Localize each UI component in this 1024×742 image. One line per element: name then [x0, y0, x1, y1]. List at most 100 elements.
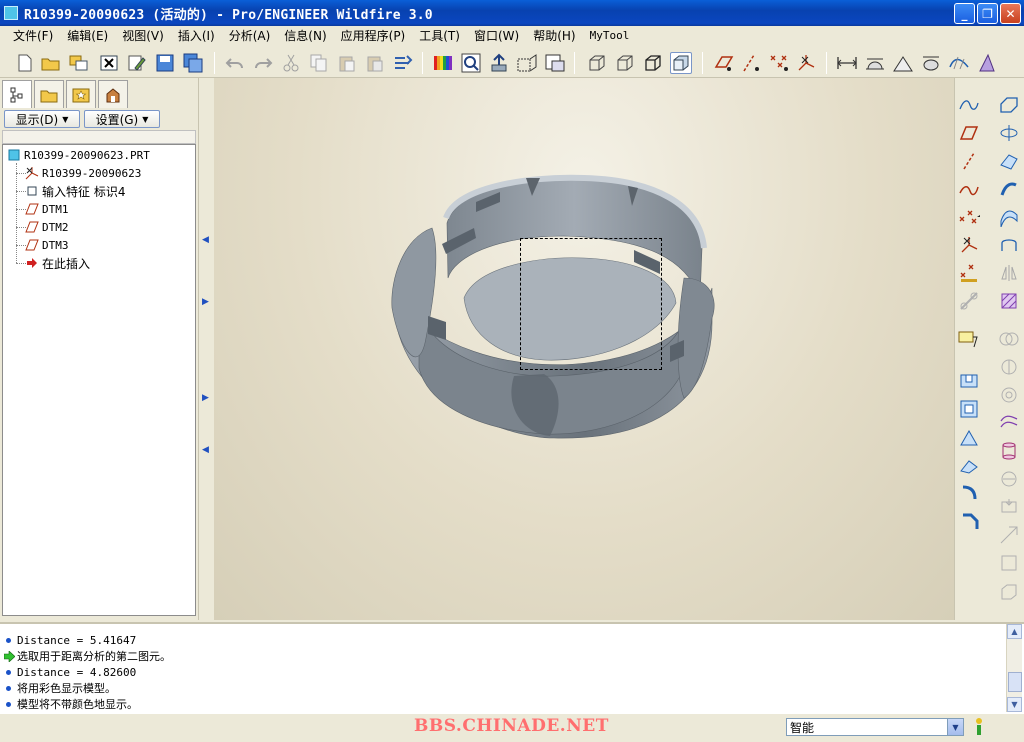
tree-item-import-feature[interactable]: 输入特征 标识4: [25, 183, 125, 199]
paste-icon[interactable]: [336, 52, 358, 74]
menu-window[interactable]: 窗口(W): [467, 26, 526, 46]
coordinate-system-toggle-icon[interactable]: [796, 52, 818, 74]
wireframe-icon[interactable]: [586, 52, 608, 74]
menu-insert[interactable]: 插入(I): [171, 26, 222, 46]
draft-analysis-icon[interactable]: [976, 52, 998, 74]
scroll-thumb[interactable]: [1008, 672, 1022, 692]
scroll-down-icon[interactable]: ▼: [1007, 697, 1022, 712]
menu-info[interactable]: 信息(N): [277, 26, 333, 46]
selection-filter[interactable]: 智能 ▼: [786, 718, 964, 736]
tree-item-dtm2[interactable]: DTM2: [25, 219, 69, 235]
revolve-icon[interactable]: [998, 122, 1020, 144]
panel-splitter[interactable]: ◀ ▶ ▶ ◀: [198, 78, 212, 620]
draft-icon[interactable]: [958, 426, 980, 448]
menu-mytool[interactable]: MyTool: [583, 26, 637, 46]
save-icon[interactable]: [154, 52, 176, 74]
menu-help[interactable]: 帮助(H): [526, 26, 582, 46]
mirror-icon[interactable]: [998, 262, 1020, 284]
cylinder-icon[interactable]: [998, 440, 1020, 462]
datum-curve-icon[interactable]: [958, 178, 980, 200]
round-icon[interactable]: [958, 482, 980, 504]
insert-annotation-icon[interactable]: [958, 328, 980, 350]
copy-icon[interactable]: [308, 52, 330, 74]
tree-item-csys[interactable]: R10399-20090623: [25, 165, 141, 181]
shading-icon[interactable]: [670, 52, 692, 74]
zoom-in-icon[interactable]: [460, 52, 482, 74]
new-file-icon[interactable]: [14, 52, 36, 74]
collapse-right-icon[interactable]: ▶: [202, 298, 209, 307]
analysis-feature-icon[interactable]: [958, 262, 980, 284]
menu-view[interactable]: 视图(V): [115, 26, 171, 46]
undo-icon[interactable]: [224, 52, 246, 74]
menu-applications[interactable]: 应用程序(P): [334, 26, 413, 46]
datum-plane-toggle-icon[interactable]: [712, 52, 734, 74]
message-scrollbar[interactable]: ▲ ▼: [1006, 624, 1022, 712]
tab-model-tree[interactable]: [2, 80, 32, 108]
regenerate-icon[interactable]: [392, 52, 414, 74]
flatten-icon[interactable]: [998, 552, 1020, 574]
save-copy-icon[interactable]: [182, 52, 204, 74]
datum-point-toggle-icon[interactable]: [768, 52, 790, 74]
collapse-left-icon[interactable]: ◀: [202, 446, 209, 455]
tab-favorites[interactable]: [66, 80, 96, 108]
no-hidden-icon[interactable]: [642, 52, 664, 74]
menu-tools[interactable]: 工具(T): [412, 26, 467, 46]
pattern-fill-icon[interactable]: [998, 290, 1020, 312]
settings-dropdown[interactable]: 设置(G) ▼: [84, 110, 160, 128]
datum-axis-tool-icon[interactable]: [958, 150, 980, 172]
style-surface-icon[interactable]: [998, 412, 1020, 434]
boundary-blend-icon[interactable]: [998, 206, 1020, 228]
reorient-icon[interactable]: [488, 52, 510, 74]
tree-root[interactable]: R10399-20090623.PRT: [7, 147, 150, 163]
open-folder-icon[interactable]: [40, 52, 62, 74]
part-icon[interactable]: [998, 580, 1020, 602]
tree-item-insert-here[interactable]: 在此插入: [25, 255, 90, 271]
close-button[interactable]: ✕: [1000, 3, 1021, 24]
collapse-left-icon[interactable]: ◀: [202, 236, 209, 245]
collapse-right-icon[interactable]: ▶: [202, 394, 209, 403]
extrude-icon[interactable]: [998, 94, 1020, 116]
paste-special-icon[interactable]: [364, 52, 386, 74]
layers-icon[interactable]: [544, 52, 566, 74]
chevron-down-icon[interactable]: ▼: [947, 719, 963, 735]
hole-icon[interactable]: [958, 370, 980, 392]
maximize-button[interactable]: ❐: [977, 3, 998, 24]
edit-pencil-icon[interactable]: [126, 52, 148, 74]
hidden-line-icon[interactable]: [614, 52, 636, 74]
measure-distance-icon[interactable]: [836, 52, 858, 74]
blend-icon[interactable]: [998, 178, 1020, 200]
merge-icon[interactable]: [998, 328, 1020, 350]
variable-section-sweep-icon[interactable]: [998, 234, 1020, 256]
mass-properties-icon[interactable]: [920, 52, 942, 74]
sketch-curve-icon[interactable]: [958, 94, 980, 116]
curvature-analysis-icon[interactable]: [948, 52, 970, 74]
minimize-button[interactable]: _: [954, 3, 975, 24]
menu-edit[interactable]: 编辑(E): [60, 26, 115, 46]
warp-icon[interactable]: [998, 524, 1020, 546]
datum-plane-tool-icon[interactable]: [958, 122, 980, 144]
menu-analysis[interactable]: 分析(A): [222, 26, 278, 46]
shell-icon[interactable]: [958, 398, 980, 420]
tree-item-dtm1[interactable]: DTM1: [25, 201, 69, 217]
solidify-icon[interactable]: [998, 496, 1020, 518]
coordinate-system-tool-icon[interactable]: [958, 234, 980, 256]
color-appearance-icon[interactable]: [432, 52, 454, 74]
tab-connections[interactable]: [98, 80, 128, 108]
datum-point-tool-icon[interactable]: [958, 206, 980, 228]
sweep-icon[interactable]: [998, 150, 1020, 172]
measure-area-icon[interactable]: [864, 52, 886, 74]
close-window-icon[interactable]: [98, 52, 120, 74]
redo-icon[interactable]: [252, 52, 274, 74]
saved-views-icon[interactable]: [516, 52, 538, 74]
measure-angle-icon[interactable]: [892, 52, 914, 74]
datum-axis-toggle-icon[interactable]: [740, 52, 762, 74]
display-dropdown[interactable]: 显示(D) ▼: [4, 110, 80, 128]
thicken-icon[interactable]: [998, 468, 1020, 490]
chamfer-icon[interactable]: [958, 510, 980, 532]
tab-folder-browser[interactable]: [34, 80, 64, 108]
open-window-icon[interactable]: [68, 52, 90, 74]
scroll-up-icon[interactable]: ▲: [1007, 624, 1022, 639]
copy-feature-icon[interactable]: [958, 290, 980, 312]
rib-icon[interactable]: [958, 454, 980, 476]
cut-icon[interactable]: [280, 52, 302, 74]
